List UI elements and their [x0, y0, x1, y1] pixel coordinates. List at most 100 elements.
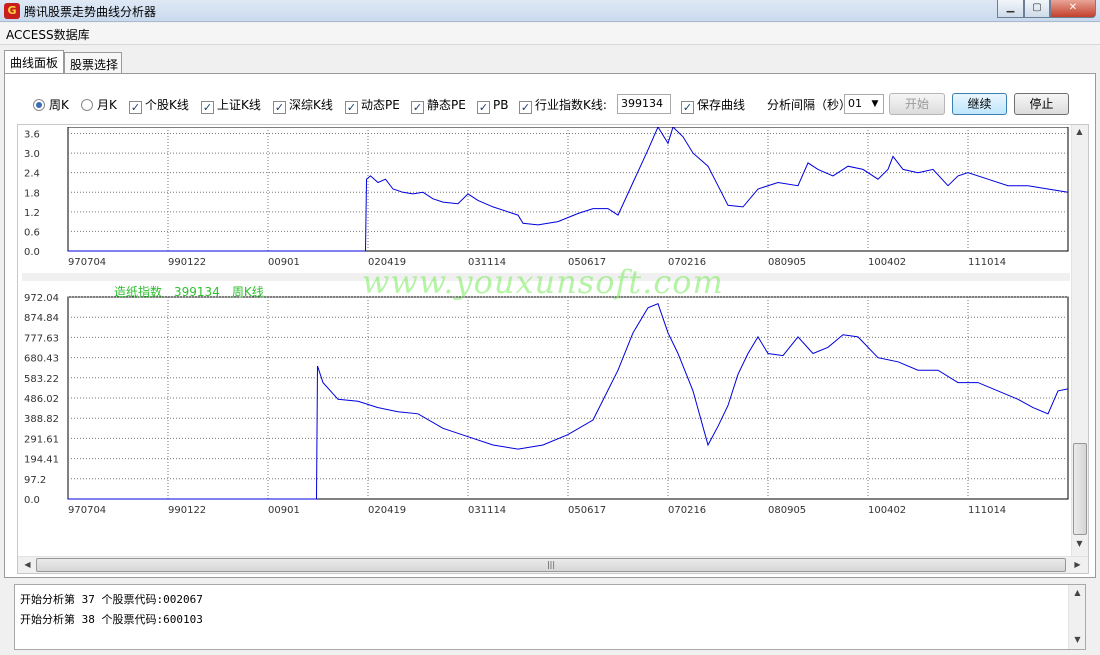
- vertical-scroll-thumb[interactable]: [1073, 443, 1087, 535]
- y-tick-label: 3.0: [24, 149, 40, 160]
- x-tick-label: 100402: [868, 257, 906, 268]
- menu-bar: ACCESS数据库: [0, 23, 1100, 45]
- title-bar[interactable]: G 腾讯股票走势曲线分析器 ▁ ▢ ✕: [0, 0, 1100, 22]
- scroll-down-icon[interactable]: ▼: [1072, 539, 1087, 548]
- continue-button[interactable]: 继续: [952, 93, 1007, 115]
- x-tick-label: 00901: [268, 505, 300, 516]
- y-tick-label: 1.2: [24, 208, 40, 219]
- checkmark-icon: ✓: [477, 101, 490, 114]
- toolbar: 周K 月K ✓ 个股K线 ✓ 上证K线 ✓ 深综K线 ✓ 动态PE ✓ 静态PE ✓ PB: [5, 74, 1095, 128]
- x-tick-label: 100402: [868, 505, 906, 516]
- checkmark-icon: ✓: [345, 101, 358, 114]
- minimize-button[interactable]: ▁: [997, 0, 1024, 18]
- curve-panel: 周K 月K ✓ 个股K线 ✓ 上证K线 ✓ 深综K线 ✓ 动态PE ✓ 静态PE ✓ PB: [4, 73, 1096, 578]
- dynamic-pe-checkbox[interactable]: ✓ 动态PE: [345, 97, 400, 114]
- scroll-up-icon[interactable]: ▲: [1070, 588, 1085, 597]
- interval-select[interactable]: 01 ▼: [844, 94, 884, 114]
- y-tick-label: 874.84: [24, 313, 59, 324]
- shanghai-k-checkbox[interactable]: ✓ 上证K线: [201, 97, 261, 114]
- static-pe-checkbox[interactable]: ✓ 静态PE: [411, 97, 466, 114]
- y-tick-label: 3.6: [24, 130, 40, 141]
- chart-background: [22, 127, 1070, 269]
- close-button[interactable]: ✕: [1050, 0, 1096, 18]
- stock-k-chart-svg: 970704 990122 00901 020419 031114 050617 07021…: [22, 127, 1070, 269]
- chevron-down-icon: ▼: [871, 99, 879, 109]
- chart-legend: 造纸指数 399134 周K线: [114, 283, 276, 300]
- scroll-right-icon[interactable]: ▶: [1070, 560, 1085, 569]
- save-curve-label: 保存曲线: [697, 98, 746, 112]
- y-tick-label: 0.0: [24, 247, 40, 258]
- horizontal-scroll-thumb[interactable]: |||: [36, 558, 1066, 572]
- y-tick-label: 1.8: [24, 188, 40, 199]
- scroll-left-icon[interactable]: ◀: [20, 560, 35, 569]
- x-tick-label: 00901: [268, 257, 300, 268]
- window-title: 腾讯股票走势曲线分析器: [24, 5, 157, 19]
- app-logo-icon: G: [4, 3, 20, 19]
- radio-unselected-icon: [81, 99, 93, 111]
- start-button[interactable]: 开始: [889, 93, 945, 115]
- industry-code-input[interactable]: 399134: [617, 94, 671, 114]
- checkmark-icon: ✓: [129, 101, 142, 114]
- menu-access-database[interactable]: ACCESS数据库: [6, 26, 90, 43]
- checkmark-icon: ✓: [519, 101, 532, 114]
- checkmark-icon: ✓: [411, 101, 424, 114]
- checkmark-icon: ✓: [201, 101, 214, 114]
- y-tick-label: 583.22: [24, 374, 59, 385]
- maximize-button[interactable]: ▢: [1024, 0, 1050, 18]
- y-tick-label: 291.61: [24, 434, 59, 445]
- static-pe-label: 静态PE: [427, 98, 466, 112]
- stock-k-label: 个股K线: [145, 98, 189, 112]
- save-curve-checkbox[interactable]: ✓ 保存曲线: [681, 97, 746, 114]
- stop-button[interactable]: 停止: [1014, 93, 1069, 115]
- industry-index-chart: 970704 990122 00901 020419 031114 050617 07021…: [22, 281, 1070, 517]
- radio-selected-icon: [33, 99, 45, 111]
- x-tick-label: 020419: [368, 505, 406, 516]
- horizontal-scrollbar[interactable]: ◀ ||| ▶: [18, 556, 1088, 573]
- log-line: 开始分析第 37 个股票代码:002067: [20, 593, 203, 606]
- y-tick-label: 2.4: [24, 169, 40, 180]
- dynamic-pe-label: 动态PE: [361, 98, 400, 112]
- y-tick-label: 680.43: [24, 354, 59, 365]
- stock-k-checkbox[interactable]: ✓ 个股K线: [129, 97, 189, 114]
- y-tick-label: 486.02: [24, 394, 59, 405]
- x-tick-label: 111014: [968, 505, 1006, 516]
- industry-k-label: 行业指数K线:: [535, 98, 607, 112]
- tab-stock-select[interactable]: 股票选择: [64, 52, 122, 74]
- log-scrollbar[interactable]: ▲ ▼: [1068, 585, 1085, 649]
- checkmark-icon: ✓: [681, 101, 694, 114]
- app-window: G 腾讯股票走势曲线分析器 ▁ ▢ ✕ ACCESS数据库 曲线面板 股票选择 …: [0, 0, 1100, 655]
- y-tick-label: 972.04: [24, 293, 59, 304]
- weekly-k-radio[interactable]: 周K: [33, 97, 69, 113]
- x-tick-label: 080905: [768, 257, 806, 268]
- shenzhen-k-checkbox[interactable]: ✓ 深综K线: [273, 97, 333, 114]
- x-tick-label: 990122: [168, 257, 206, 268]
- weekly-k-label: 周K: [49, 98, 69, 112]
- industry-index-chart-svg: 970704 990122 00901 020419 031114 050617 07021…: [22, 281, 1070, 517]
- x-tick-label: 050617: [568, 505, 606, 516]
- y-tick-label: 0.0: [24, 495, 40, 506]
- scroll-up-icon[interactable]: ▲: [1072, 127, 1087, 136]
- y-tick-label: 97.2: [24, 475, 46, 486]
- chart-scroll-pane[interactable]: 970704 990122 00901 020419 031114 050617 07021…: [17, 124, 1089, 574]
- legend-period: 周K线: [231, 285, 264, 299]
- industry-k-checkbox[interactable]: ✓ 行业指数K线:: [519, 97, 607, 114]
- log-line: 开始分析第 38 个股票代码:600103: [20, 613, 203, 626]
- x-tick-label: 970704: [68, 505, 106, 516]
- scroll-down-icon[interactable]: ▼: [1070, 635, 1085, 644]
- interval-label: 分析间隔（秒）: [767, 98, 852, 112]
- y-tick-label: 194.41: [24, 455, 59, 466]
- y-tick-label: 0.6: [24, 227, 40, 238]
- pb-checkbox[interactable]: ✓ PB: [477, 97, 508, 114]
- vertical-scrollbar[interactable]: ▲ ▼: [1071, 125, 1088, 557]
- tab-curve-panel[interactable]: 曲线面板: [4, 50, 64, 73]
- y-tick-label: 388.82: [24, 414, 59, 425]
- x-tick-label: 990122: [168, 505, 206, 516]
- monthly-k-radio[interactable]: 月K: [81, 97, 117, 113]
- y-tick-label: 777.63: [24, 333, 59, 344]
- x-tick-label: 970704: [68, 257, 106, 268]
- x-tick-label: 111014: [968, 257, 1006, 268]
- monthly-k-label: 月K: [97, 98, 117, 112]
- x-tick-label: 031114: [468, 505, 506, 516]
- watermark-text: www.youxunsoft.com: [362, 263, 724, 301]
- legend-index-code: 399134: [174, 285, 220, 299]
